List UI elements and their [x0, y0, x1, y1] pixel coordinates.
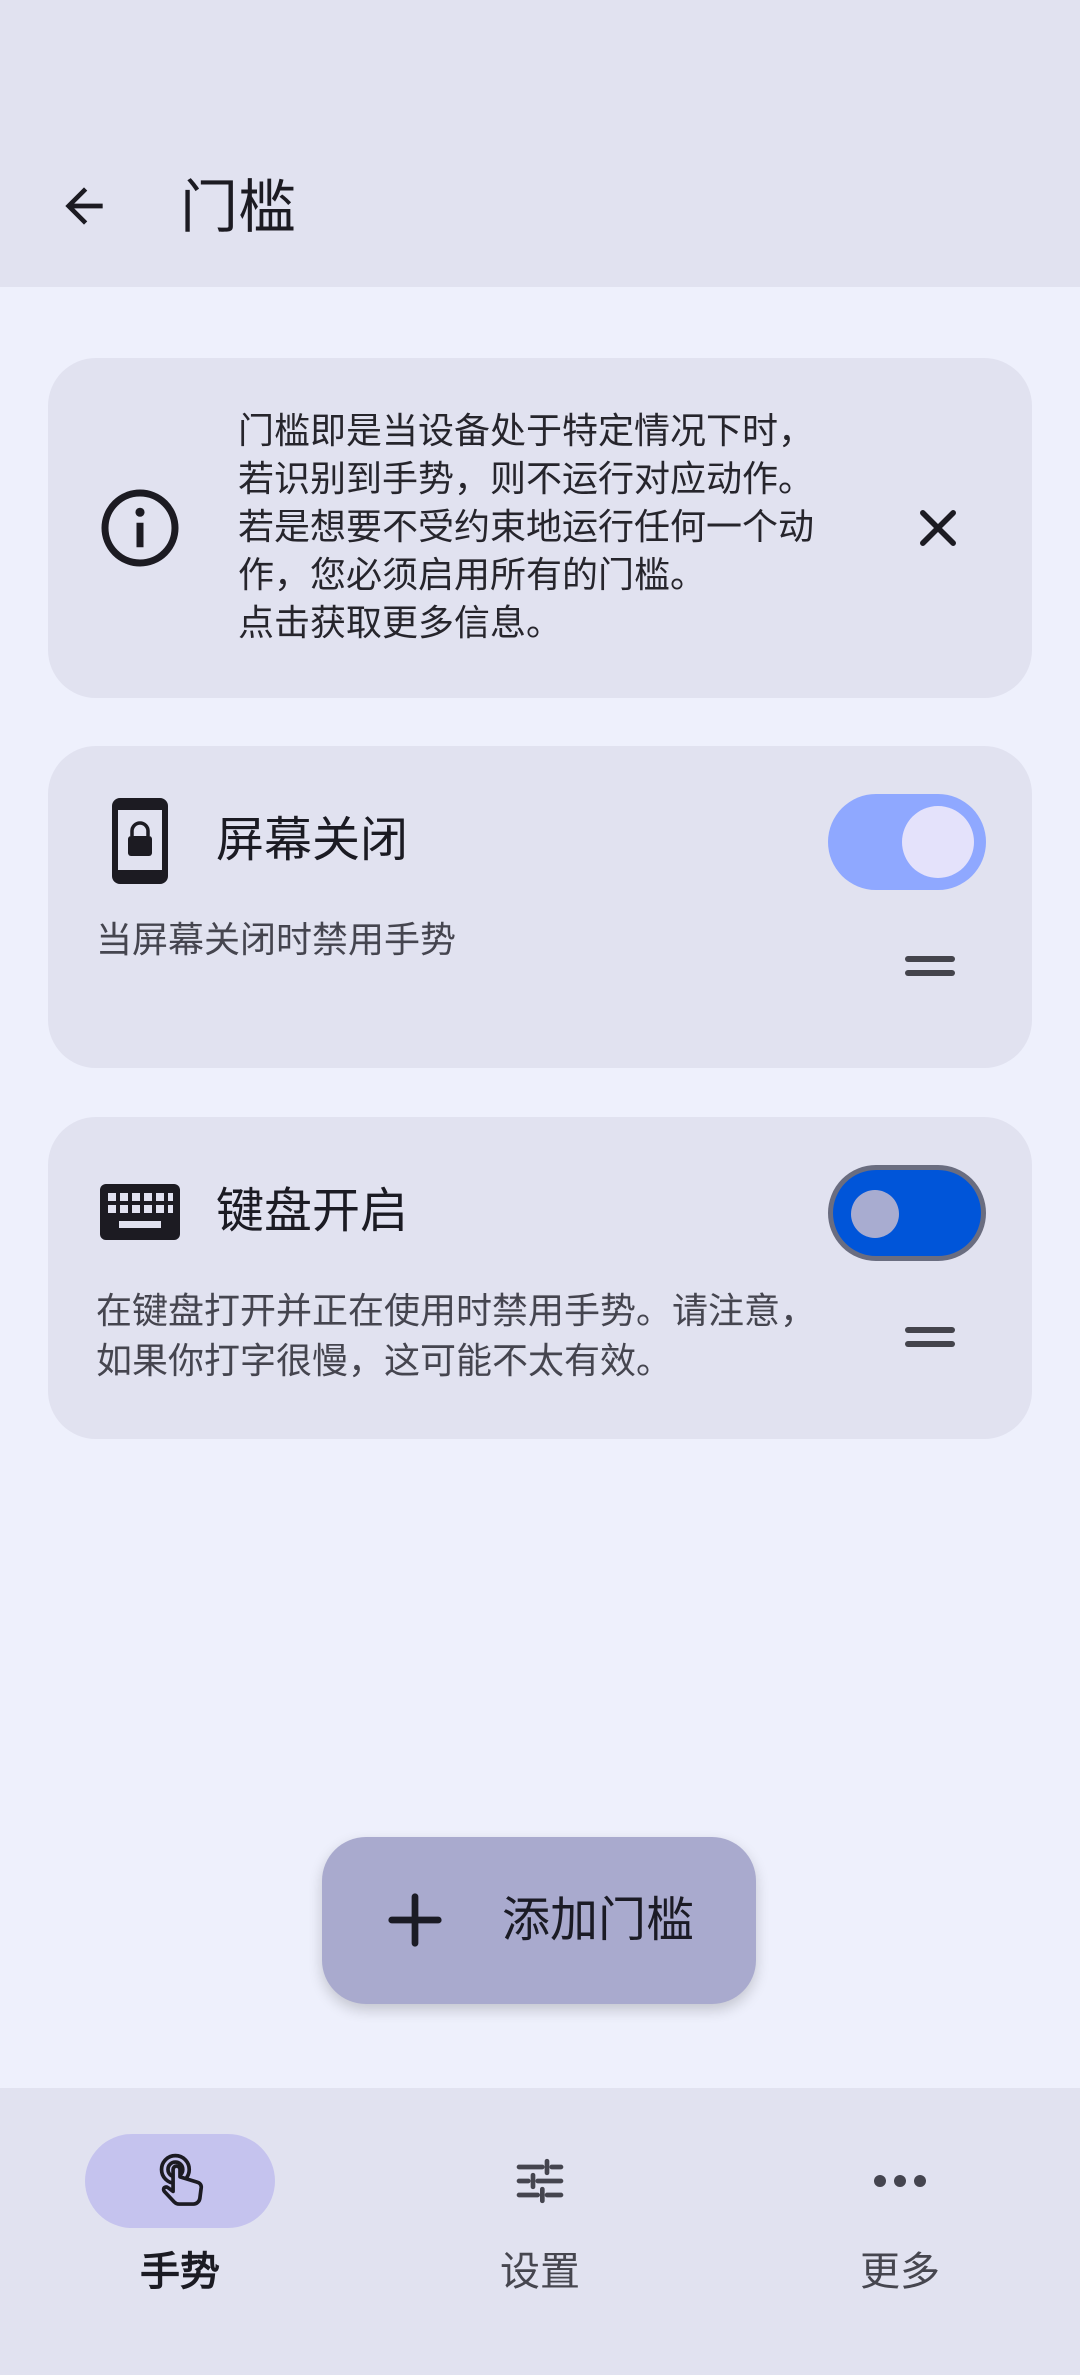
info-line: 若是想要不受约束地运行任何一个动	[238, 507, 815, 548]
info-line: 门槛即是当设备处于特定情况下时，	[238, 411, 815, 452]
keyboard-icon	[98, 1167, 182, 1257]
nav-label: 设置	[500, 2249, 580, 2295]
add-threshold-button[interactable]: 添加门槛	[322, 1837, 756, 2004]
info-more-link[interactable]: 点击获取更多信息。	[238, 600, 898, 648]
info-line: 作，您必须启用所有的门槛。	[238, 555, 707, 596]
keyboard-toggle[interactable]	[828, 1165, 986, 1261]
bottom-navigation: 手势 设置 更多	[0, 2088, 1080, 2375]
toggle-knob	[851, 1190, 899, 1238]
screen-off-toggle[interactable]	[828, 794, 986, 890]
arrow-left-icon	[65, 187, 103, 225]
dismiss-info-button[interactable]	[896, 486, 980, 570]
close-icon	[920, 510, 956, 546]
info-line: 若识别到手势，则不运行对应动作。	[238, 459, 815, 500]
description-line: 在键盘打开并正在使用时禁用手势。请注意，	[96, 1291, 817, 1332]
top-app-bar: 门槛	[0, 130, 1080, 287]
info-icon	[101, 489, 179, 567]
nav-selected-indicator	[85, 2134, 275, 2228]
nav-icon-container	[805, 2134, 995, 2228]
nav-label: 手势	[140, 2249, 220, 2295]
threshold-title: 屏幕关闭	[216, 812, 409, 868]
description-line: 如果你打字很慢，这可能不太有效。	[96, 1341, 673, 1382]
nav-item-more[interactable]: 更多	[740, 2124, 1060, 2304]
gesture-touch-icon	[159, 2153, 204, 2206]
threshold-title: 键盘开启	[216, 1183, 409, 1239]
info-card[interactable]: 门槛即是当设备处于特定情况下时， 若识别到手势，则不运行对应动作。 若是想要不受…	[48, 358, 1032, 698]
description-line: 当屏幕关闭时禁用手势	[96, 920, 457, 961]
tune-sliders-icon	[516, 2158, 564, 2204]
plus-icon	[388, 1893, 442, 1947]
threshold-description: 当屏幕关闭时禁用手势	[96, 916, 896, 966]
drag-handle-icon[interactable]	[898, 946, 962, 986]
nav-item-gestures[interactable]: 手势	[20, 2124, 340, 2304]
page-title: 门槛	[180, 173, 297, 241]
threshold-card-screen-off[interactable]: 屏幕关闭 当屏幕关闭时禁用手势	[48, 746, 1032, 1068]
more-horizontal-icon	[874, 2175, 926, 2187]
threshold-card-keyboard[interactable]: 键盘开启 在键盘打开并正在使用时禁用手势。请注意， 如果你打字很慢，这可能不太有…	[48, 1117, 1032, 1439]
back-button[interactable]	[44, 166, 124, 246]
threshold-description: 在键盘打开并正在使用时禁用手势。请注意， 如果你打字很慢，这可能不太有效。	[96, 1287, 896, 1387]
nav-icon-container	[445, 2134, 635, 2228]
add-threshold-label: 添加门槛	[502, 1892, 695, 1948]
drag-handle-icon[interactable]	[898, 1317, 962, 1357]
phone-lock-icon	[98, 796, 182, 886]
status-bar	[0, 0, 1080, 130]
nav-item-settings[interactable]: 设置	[380, 2124, 700, 2304]
toggle-knob	[902, 806, 974, 878]
nav-label: 更多	[860, 2249, 940, 2295]
info-text: 门槛即是当设备处于特定情况下时， 若识别到手势，则不运行对应动作。 若是想要不受…	[238, 408, 898, 648]
